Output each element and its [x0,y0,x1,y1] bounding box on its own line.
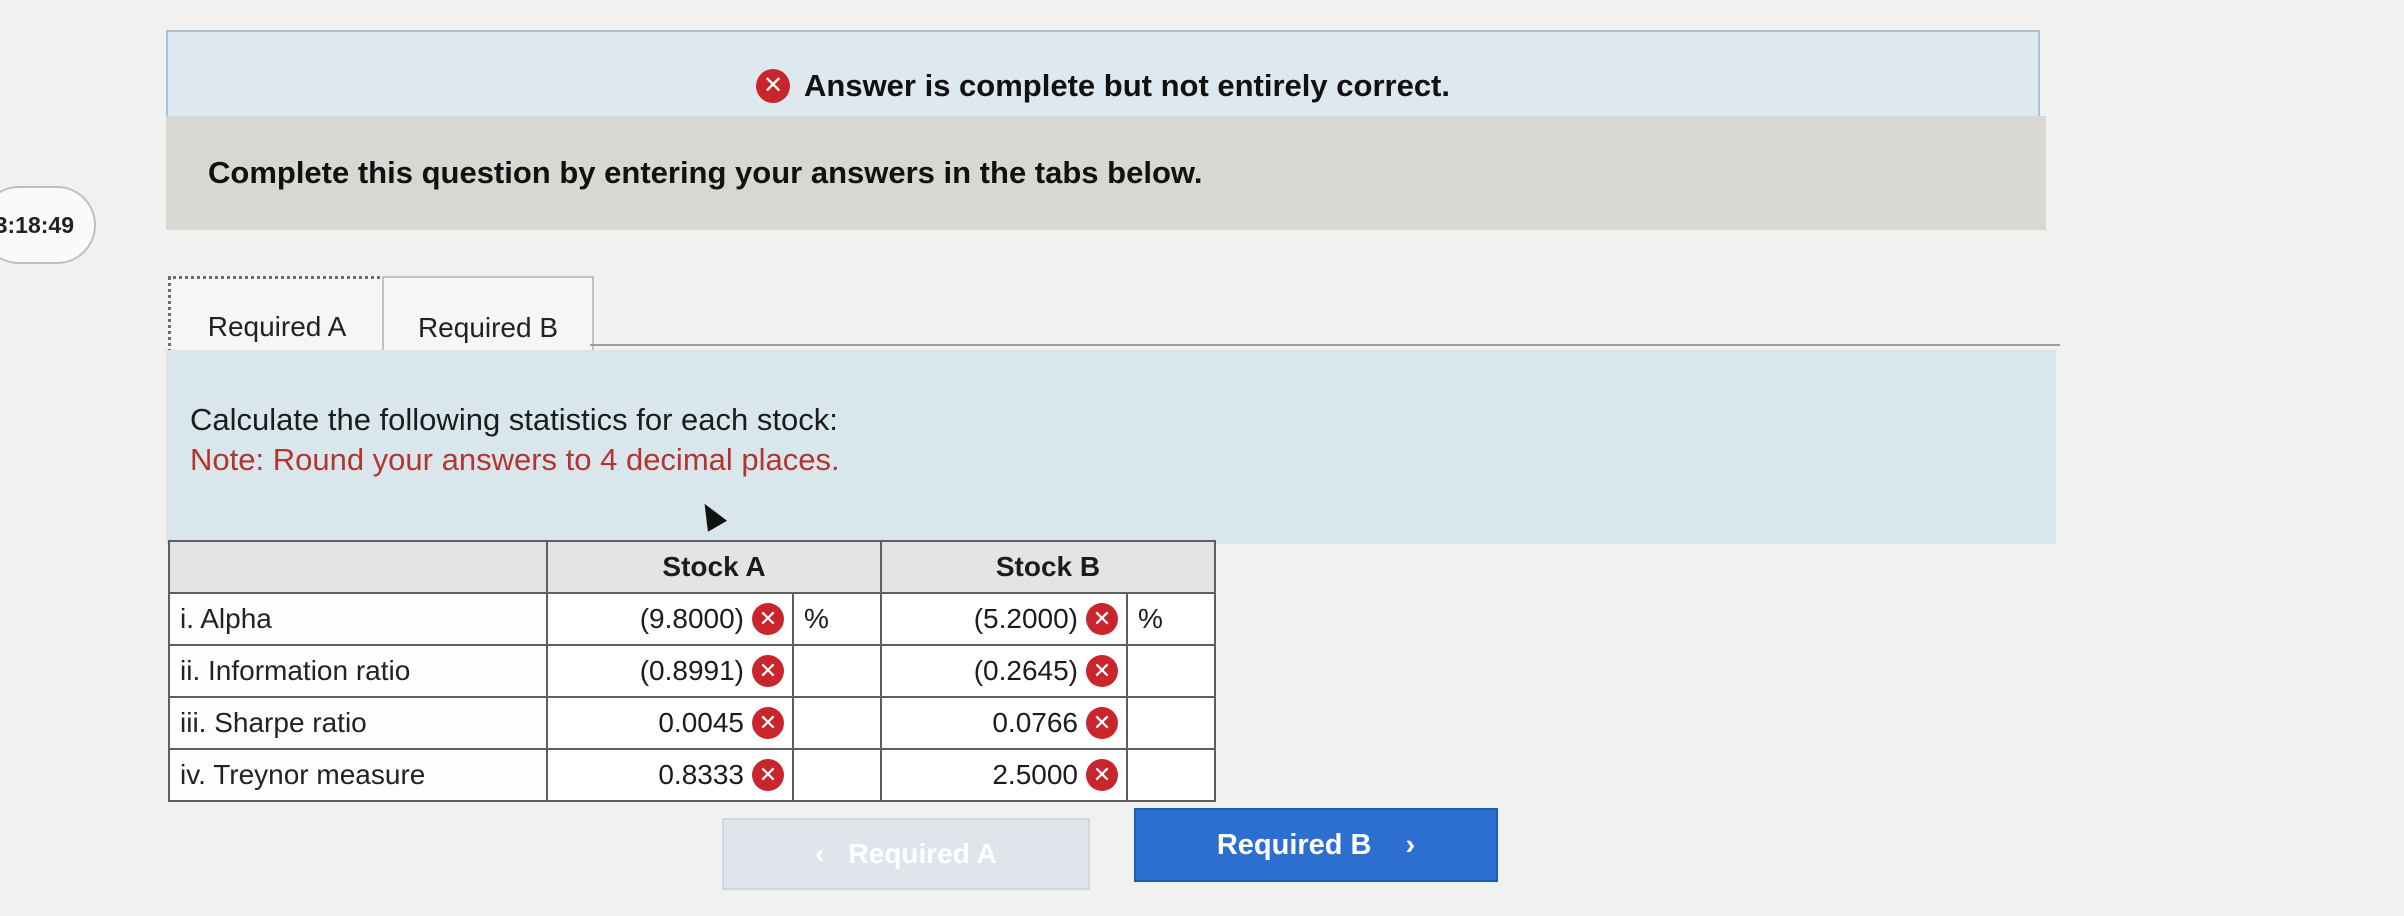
stock-a-alpha-unit: % [792,592,882,646]
instruction-bar: Complete this question by entering your … [166,116,2046,230]
table-row: iii. Sharpe ratio 0.0045 ✕ 0.0766 ✕ [168,696,1216,750]
row-label-sharpe-ratio: iii. Sharpe ratio [168,696,548,750]
chevron-left-icon: ‹ [815,838,825,869]
incorrect-x-icon: ✕ [752,603,784,635]
tabs-divider [590,344,2060,346]
stock-b-information-ratio-value: (0.2645) [973,655,1078,686]
stock-a-information-ratio-value: (0.8991) [639,655,744,686]
header-stock-b: Stock B [880,540,1216,594]
stock-b-sharpe-ratio-input[interactable]: 0.0766 ✕ [880,696,1128,750]
stock-b-alpha-unit: % [1126,592,1216,646]
incorrect-x-icon: ✕ [752,759,784,791]
stock-b-alpha-value: (5.2000) [973,603,1078,634]
row-label-information-ratio: ii. Information ratio [168,644,548,698]
incorrect-x-icon: ✕ [752,707,784,739]
stock-a-sharpe-ratio-input[interactable]: 0.0045 ✕ [546,696,794,750]
incorrect-x-icon: ✕ [1086,707,1118,739]
stock-b-information-ratio-input[interactable]: (0.2645) ✕ [880,644,1128,698]
stock-b-alpha-input[interactable]: (5.2000) ✕ [880,592,1128,646]
stock-a-alpha-input[interactable]: (9.8000) ✕ [546,592,794,646]
next-required-b-button[interactable]: Required B › [1134,808,1498,882]
chevron-right-icon: › [1405,828,1416,861]
tab-required-b-label: Required B [417,312,559,343]
next-button-label: Required B [1216,828,1372,861]
tab-required-a-label: Required A [207,311,347,342]
stock-a-treynor-measure-input[interactable]: 0.8333 ✕ [546,748,794,802]
feedback-message: Answer is complete but not entirely corr… [804,68,1450,103]
statistics-table: Stock A Stock B i. Alpha (9.8000) ✕ % (5.… [168,540,1216,802]
table-row: iv. Treynor measure 0.8333 ✕ 2.5000 ✕ [168,748,1216,802]
timer-text: 3:18:49 [0,211,74,238]
stock-a-alpha-value: (9.8000) [639,603,744,634]
incorrect-x-icon: ✕ [1086,603,1118,635]
rounding-note: Note: Round your answers to 4 decimal pl… [190,442,840,477]
stock-a-sharpe-ratio-unit [792,696,882,750]
stock-b-sharpe-ratio-unit [1126,696,1216,750]
incorrect-x-icon: ✕ [1086,759,1118,791]
row-label-treynor-measure: iv. Treynor measure [168,748,548,802]
table-header-row: Stock A Stock B [168,540,1216,594]
incorrect-x-icon: ✕ [1086,655,1118,687]
stock-b-sharpe-ratio-value: 0.0766 [992,707,1078,738]
stock-a-treynor-measure-unit [792,748,882,802]
stock-a-information-ratio-input[interactable]: (0.8991) ✕ [546,644,794,698]
error-x-icon: ✕ [756,69,790,103]
incorrect-x-icon: ✕ [752,655,784,687]
table-row: ii. Information ratio (0.8991) ✕ (0.2645)… [168,644,1216,698]
question-panel: Calculate the following statistics for e… [166,350,2056,544]
header-blank [168,540,548,594]
row-label-alpha: i. Alpha [168,592,548,646]
stock-b-treynor-measure-unit [1126,748,1216,802]
prev-button-label: Required A [848,838,997,869]
stock-a-treynor-measure-value: 0.8333 [658,759,744,790]
stock-a-information-ratio-unit [792,644,882,698]
question-prompt: Calculate the following statistics for e… [190,402,838,437]
instruction-text: Complete this question by entering your … [208,155,1203,190]
stock-b-treynor-measure-input[interactable]: 2.5000 ✕ [880,748,1128,802]
timer-badge: 3:18:49 [0,186,96,264]
header-stock-a: Stock A [546,540,882,594]
stock-b-treynor-measure-value: 2.5000 [992,759,1078,790]
stock-b-information-ratio-unit [1126,644,1216,698]
prev-required-a-button[interactable]: ‹ Required A [722,818,1090,890]
stock-a-sharpe-ratio-value: 0.0045 [658,707,744,738]
table-row: i. Alpha (9.8000) ✕ % (5.2000) ✕ % [168,592,1216,646]
